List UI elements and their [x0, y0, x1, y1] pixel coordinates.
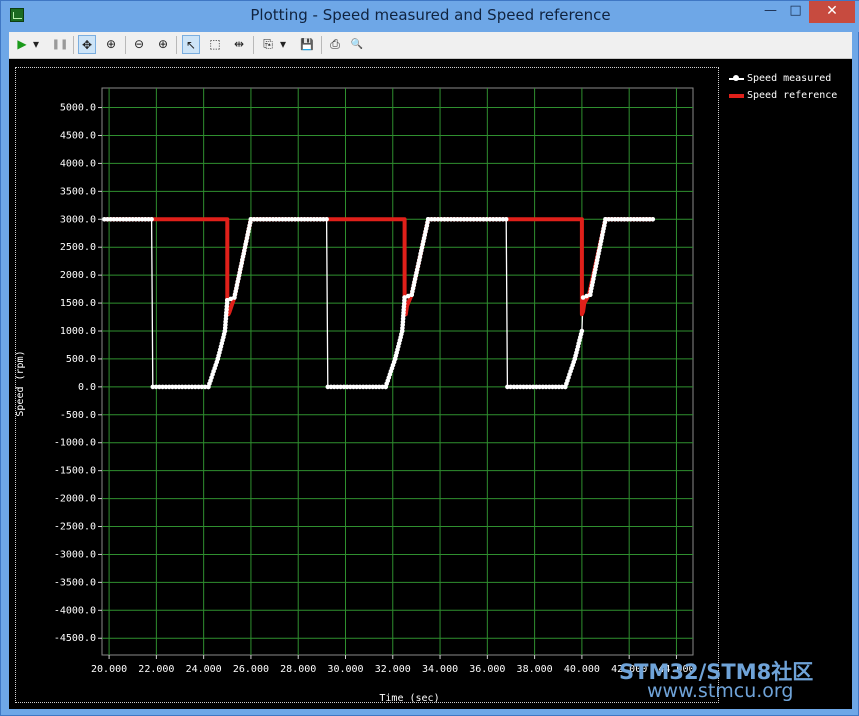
data-point-speed-measured	[503, 217, 509, 222]
run-icon[interactable]: ▶	[13, 35, 31, 54]
toolbar-separator	[73, 36, 74, 54]
select-pointer-icon[interactable]: ↖	[182, 35, 200, 54]
x-tick-label: 26.000	[233, 664, 269, 675]
legend-label-reference: Speed reference	[747, 90, 838, 101]
print-preview-icon[interactable]: 🔍	[348, 35, 366, 54]
run-dropdown-icon[interactable]: ▾	[31, 35, 41, 54]
y-tick-label: 0.0	[78, 382, 96, 393]
legend-item-measured: Speed measured	[727, 71, 847, 88]
y-tick-label: -3500.0	[54, 577, 96, 588]
x-tick-label: 24.000	[186, 664, 222, 675]
data-point-speed-measured	[579, 328, 585, 334]
data-point-speed-measured	[149, 217, 154, 222]
y-tick-label: 5000.0	[60, 103, 96, 114]
x-tick-label: 28.000	[280, 664, 316, 675]
toolbar-separator	[176, 36, 177, 54]
pause-icon[interactable]: ❚❚	[51, 35, 69, 54]
minimize-button[interactable]: —	[758, 1, 783, 23]
window-title: Plotting - Speed measured and Speed refe…	[250, 6, 611, 24]
y-tick-label: -2000.0	[54, 494, 96, 505]
data-point-speed-measured	[650, 217, 656, 222]
copy-icon[interactable]: ⎘	[259, 35, 277, 54]
x-tick-label: 22.000	[138, 664, 174, 675]
x-axis-label: Time (sec)	[379, 693, 439, 704]
y-tick-label: 1500.0	[60, 298, 96, 309]
y-tick-label: 3500.0	[60, 186, 96, 197]
zoom-in-icon[interactable]: ⊕	[154, 35, 172, 54]
plotting-window: Plotting - Speed measured and Speed refe…	[0, 0, 859, 716]
y-tick-label: 4500.0	[60, 130, 96, 141]
print-icon[interactable]: ⎙	[326, 35, 344, 54]
zoom-out-icon[interactable]: ⊖	[130, 35, 148, 54]
legend-swatch-reference	[729, 94, 744, 98]
x-tick-label: 36.000	[469, 664, 505, 675]
y-tick-label: 4000.0	[60, 158, 96, 169]
toolbar-separator	[125, 36, 126, 54]
zoom-fit-icon[interactable]: ⊕	[102, 35, 120, 54]
x-tick-label: 20.000	[91, 664, 127, 675]
y-tick-label: -4500.0	[54, 633, 96, 644]
y-tick-label: -500.0	[60, 410, 96, 421]
y-tick-label: -1000.0	[54, 438, 96, 449]
x-tick-label: 34.000	[422, 664, 458, 675]
watermark: STM32/STM8社区 www.stmcu.org	[619, 660, 814, 702]
toolbar: ▶ ▾ ❚❚ ✥ ⊕ ⊖ ⊕ ↖ ⬚ ⇹ ⎘ ▾ 💾 ⎙ 🔍	[9, 32, 852, 59]
plot-border	[101, 87, 694, 656]
cursor-split-icon[interactable]: ⇹	[230, 35, 248, 54]
legend-label-measured: Speed measured	[747, 73, 832, 84]
close-button[interactable]: ✕	[809, 1, 855, 23]
data-point-speed-measured	[324, 217, 329, 222]
y-tick-label: -3000.0	[54, 549, 96, 560]
y-tick-label: -1500.0	[54, 466, 96, 477]
y-tick-label: 2000.0	[60, 270, 96, 281]
y-tick-label: 1000.0	[60, 326, 96, 337]
y-tick-label: 3000.0	[60, 214, 96, 225]
title-bar[interactable]: Plotting - Speed measured and Speed refe…	[1, 1, 859, 32]
series-line-speed-reference	[104, 217, 653, 317]
toolbar-separator	[253, 36, 254, 54]
y-tick-label: 500.0	[66, 354, 96, 365]
select-rect-icon[interactable]: ⬚	[206, 35, 224, 54]
y-tick-label: 2500.0	[60, 242, 96, 253]
toolbar-separator	[321, 36, 322, 54]
pan-icon[interactable]: ✥	[78, 35, 96, 54]
save-icon[interactable]: 💾	[298, 35, 316, 54]
x-tick-label: 32.000	[375, 664, 411, 675]
legend: Speed measured Speed reference	[727, 71, 847, 105]
x-tick-label: 40.000	[564, 664, 600, 675]
legend-item-reference: Speed reference	[727, 88, 847, 105]
y-tick-label: -4000.0	[54, 605, 96, 616]
speed-chart[interactable]: 5000.0 4500.0 4000.0 3500.0 3000.0 2500.0 2000…	[9, 59, 852, 709]
y-tick-label: -2500.0	[54, 522, 96, 533]
plot-area[interactable]: 5000.0 4500.0 4000.0 3500.0 3000.0 2500.0 2000…	[9, 59, 852, 709]
x-tick-label: 38.000	[517, 664, 553, 675]
y-axis-label: Speed (rpm)	[15, 350, 26, 416]
legend-marker-measured	[733, 75, 739, 81]
copy-dropdown-icon[interactable]: ▾	[278, 35, 288, 54]
maximize-button[interactable]: □	[783, 1, 808, 23]
x-tick-label: 30.000	[327, 664, 363, 675]
